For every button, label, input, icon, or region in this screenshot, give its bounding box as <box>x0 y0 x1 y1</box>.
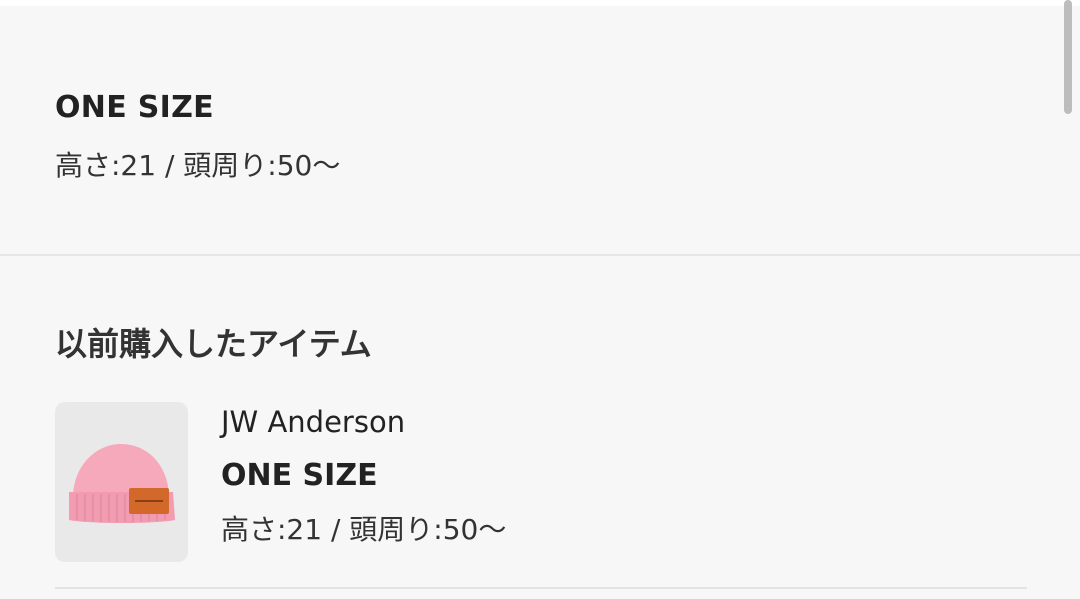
size-title: ONE SIZE <box>55 90 214 125</box>
previous-purchases-heading: 以前購入したアイテム <box>55 325 372 363</box>
size-info-screen: ONE SIZE 高さ:21 / 頭周り:50〜 以前購入したアイテム JW A… <box>0 0 1080 599</box>
item-size-detail: 高さ:21 / 頭周り:50〜 <box>221 513 507 546</box>
top-edge <box>0 0 1080 6</box>
scrollbar-thumb[interactable] <box>1064 0 1072 114</box>
item-info: JW Anderson ONE SIZE 高さ:21 / 頭周り:50〜 <box>221 402 506 550</box>
size-detail: 高さ:21 / 頭周り:50〜 <box>55 149 341 182</box>
purchased-item[interactable]: JW Anderson ONE SIZE 高さ:21 / 頭周り:50〜 <box>55 402 1025 564</box>
section-divider <box>0 254 1080 256</box>
item-divider <box>55 587 1027 589</box>
item-size: ONE SIZE <box>221 458 378 493</box>
item-brand: JW Anderson <box>221 405 406 439</box>
size-section: ONE SIZE 高さ:21 / 頭周り:50〜 <box>55 88 340 186</box>
item-thumbnail[interactable] <box>55 402 188 562</box>
pink-beanie-image <box>69 444 175 523</box>
